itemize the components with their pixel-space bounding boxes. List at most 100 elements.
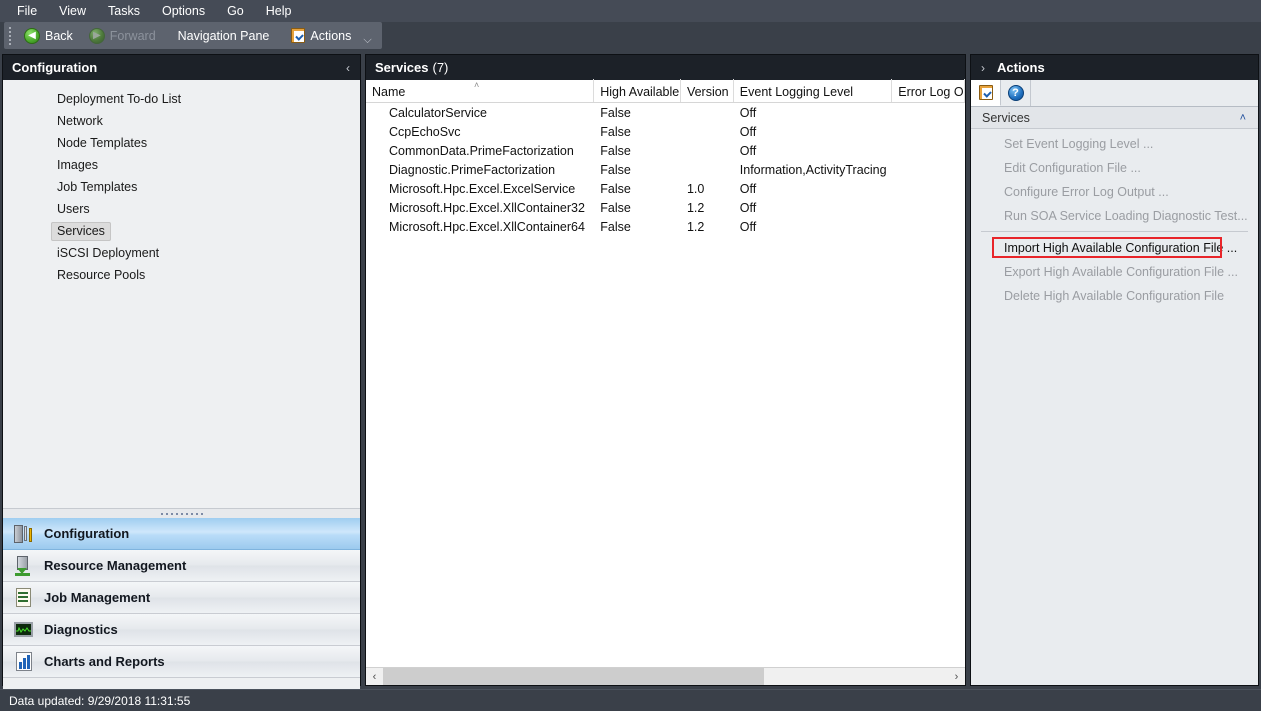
table-row[interactable]: Diagnostic.PrimeFactorizationFalseInform… <box>366 160 965 179</box>
menu-bar: FileViewTasksOptionsGoHelp <box>0 0 1261 22</box>
table-row[interactable]: Microsoft.Hpc.Excel.XllContainer32False1… <box>366 198 965 217</box>
menu-item-help[interactable]: Help <box>255 2 303 21</box>
expand-right-icon[interactable]: › <box>981 61 985 75</box>
navigation-pane-header: Configuration ‹ <box>3 55 360 80</box>
nav-item-label: Node Templates <box>51 134 153 153</box>
navigation-sections: Configuration Resource Management Job Mana… <box>3 518 360 678</box>
tab-help[interactable]: ? <box>1001 80 1031 106</box>
nav-section-charts-and-reports[interactable]: Charts and Reports <box>3 646 360 678</box>
table-row[interactable]: CcpEchoSvcFalseOff <box>366 122 965 141</box>
nav-item-network[interactable]: Network <box>3 110 360 132</box>
cell-event-logging-level: Off <box>734 106 892 120</box>
application-window: FileViewTasksOptionsGoHelp ◀ Back ▶ Forw… <box>0 0 1261 711</box>
nav-section-label: Charts and Reports <box>44 654 165 669</box>
column-header-error-log-ou[interactable]: Error Log Ou <box>892 79 965 102</box>
action-item-configure-error-log-output: Configure Error Log Output ... <box>971 180 1258 204</box>
column-header-label: Event Logging Level <box>740 85 853 99</box>
nav-item-label: Services <box>51 222 111 241</box>
action-item-set-event-logging-level: Set Event Logging Level ... <box>971 132 1258 156</box>
nav-section-label: Job Management <box>44 590 150 605</box>
navigation-pane-button[interactable]: Navigation Pane <box>170 26 278 46</box>
table-row[interactable]: CalculatorServiceFalseOff <box>366 103 965 122</box>
column-header-name[interactable]: Name ˄ <box>366 79 594 102</box>
back-button-label: Back <box>45 29 73 43</box>
column-header-label: High Available <box>600 85 679 99</box>
actions-toggle-button[interactable]: Actions <box>283 25 359 46</box>
job-management-icon <box>14 588 34 608</box>
collapse-left-icon[interactable]: ‹ <box>346 61 350 75</box>
forward-button[interactable]: ▶ Forward <box>81 25 164 47</box>
status-bar-text: Data updated: 9/29/2018 11:31:55 <box>9 694 190 708</box>
table-row[interactable]: Microsoft.Hpc.Excel.XllContainer64False1… <box>366 217 965 236</box>
scroll-right-button[interactable]: › <box>948 668 965 685</box>
nav-item-node-templates[interactable]: Node Templates <box>3 132 360 154</box>
nav-section-job-management[interactable]: Job Management <box>3 582 360 614</box>
chevron-up-icon[interactable]: ˄ <box>1240 112 1246 124</box>
menu-item-view[interactable]: View <box>48 2 97 21</box>
action-item-label: Export High Available Configuration File… <box>1004 265 1238 279</box>
actions-item-list: Set Event Logging Level ... Edit Configur… <box>971 129 1258 308</box>
horizontal-scrollbar[interactable]: ‹ › <box>366 667 965 685</box>
toolbar-grip[interactable] <box>6 27 14 45</box>
nav-item-label: Users <box>51 200 96 219</box>
back-arrow-icon: ◀ <box>24 28 40 44</box>
menu-item-options[interactable]: Options <box>151 2 216 21</box>
toolbar-overflow-icon[interactable]: ⌵ <box>363 34 371 49</box>
column-header-label: Error Log Ou <box>898 85 965 99</box>
table-row[interactable]: Microsoft.Hpc.Excel.ExcelServiceFalse1.0… <box>366 179 965 198</box>
action-item-label: Set Event Logging Level ... <box>1004 137 1153 151</box>
cell-high-available: False <box>594 182 681 196</box>
menu-item-tasks[interactable]: Tasks <box>97 2 151 21</box>
nav-section-label: Resource Management <box>44 558 186 573</box>
nav-item-images[interactable]: Images <box>3 154 360 176</box>
nav-item-services[interactable]: Services <box>3 220 360 242</box>
actions-group-label: Services <box>982 111 1030 125</box>
action-item-import-high-available-configuration-file[interactable]: Import High Available Configuration File… <box>971 236 1258 260</box>
nav-item-label: Resource Pools <box>51 266 151 285</box>
nav-section-resource-management[interactable]: Resource Management <box>3 550 360 582</box>
action-item-run-soa-service-loading-diagnostic-test: Run SOA Service Loading Diagnostic Test.… <box>971 204 1258 228</box>
action-item-edit-configuration-file: Edit Configuration File ... <box>971 156 1258 180</box>
nav-item-deployment-to-do-list[interactable]: Deployment To-do List <box>3 88 360 110</box>
nav-item-label: iSCSI Deployment <box>51 244 165 263</box>
nav-item-iscsi-deployment[interactable]: iSCSI Deployment <box>3 242 360 264</box>
scrollbar-track[interactable] <box>383 668 948 685</box>
scrollbar-thumb[interactable] <box>383 668 764 685</box>
nav-item-resource-pools[interactable]: Resource Pools <box>3 264 360 286</box>
cell-event-logging-level: Off <box>734 182 892 196</box>
cell-event-logging-level: Information,ActivityTracing <box>734 163 892 177</box>
menu-item-file[interactable]: File <box>6 2 48 21</box>
nav-item-job-templates[interactable]: Job Templates <box>3 176 360 198</box>
tab-actions[interactable] <box>971 80 1001 106</box>
cell-high-available: False <box>594 144 681 158</box>
services-grid-body: CalculatorServiceFalseOffCcpEchoSvcFalse… <box>366 103 965 236</box>
nav-section-diagnostics[interactable]: Diagnostics <box>3 614 360 646</box>
sort-ascending-icon: ˄ <box>474 81 479 90</box>
main-toolbar: ◀ Back ▶ Forward Navigation Pane Actions… <box>4 22 382 49</box>
actions-pane-title: Actions <box>997 60 1045 75</box>
cell-version: 1.2 <box>681 220 734 234</box>
services-list-pane: Services (7) Name˄High AvailableVersionE… <box>365 54 966 686</box>
action-item-label: Configure Error Log Output ... <box>1004 185 1169 199</box>
scroll-left-button[interactable]: ‹ <box>366 668 383 685</box>
table-row[interactable]: CommonData.PrimeFactorizationFalseOff <box>366 141 965 160</box>
nav-item-label: Job Templates <box>51 178 143 197</box>
actions-group-header-services[interactable]: Services ˄ <box>971 107 1258 129</box>
menu-item-go[interactable]: Go <box>216 2 255 21</box>
column-header-version[interactable]: Version <box>681 79 734 102</box>
actions-pane-header: › Actions <box>971 55 1258 80</box>
actions-toggle-label: Actions <box>310 29 351 43</box>
diagnostics-icon <box>14 620 34 640</box>
navigation-pane: Configuration ‹ Deployment To-do ListNet… <box>2 54 361 686</box>
column-header-high-available[interactable]: High Available <box>594 79 681 102</box>
navigation-tree: Deployment To-do ListNetwork Node Templat… <box>3 80 360 508</box>
pane-splitter[interactable] <box>3 508 360 518</box>
cell-name: Diagnostic.PrimeFactorization <box>366 163 594 177</box>
column-header-label: Name <box>372 85 405 99</box>
nav-item-users[interactable]: Users <box>3 198 360 220</box>
resource-management-icon <box>14 556 34 576</box>
back-button[interactable]: ◀ Back <box>16 25 81 47</box>
action-item-label: Edit Configuration File ... <box>1004 161 1141 175</box>
nav-section-configuration[interactable]: Configuration <box>3 518 360 550</box>
column-header-event-logging-level[interactable]: Event Logging Level <box>734 79 892 102</box>
